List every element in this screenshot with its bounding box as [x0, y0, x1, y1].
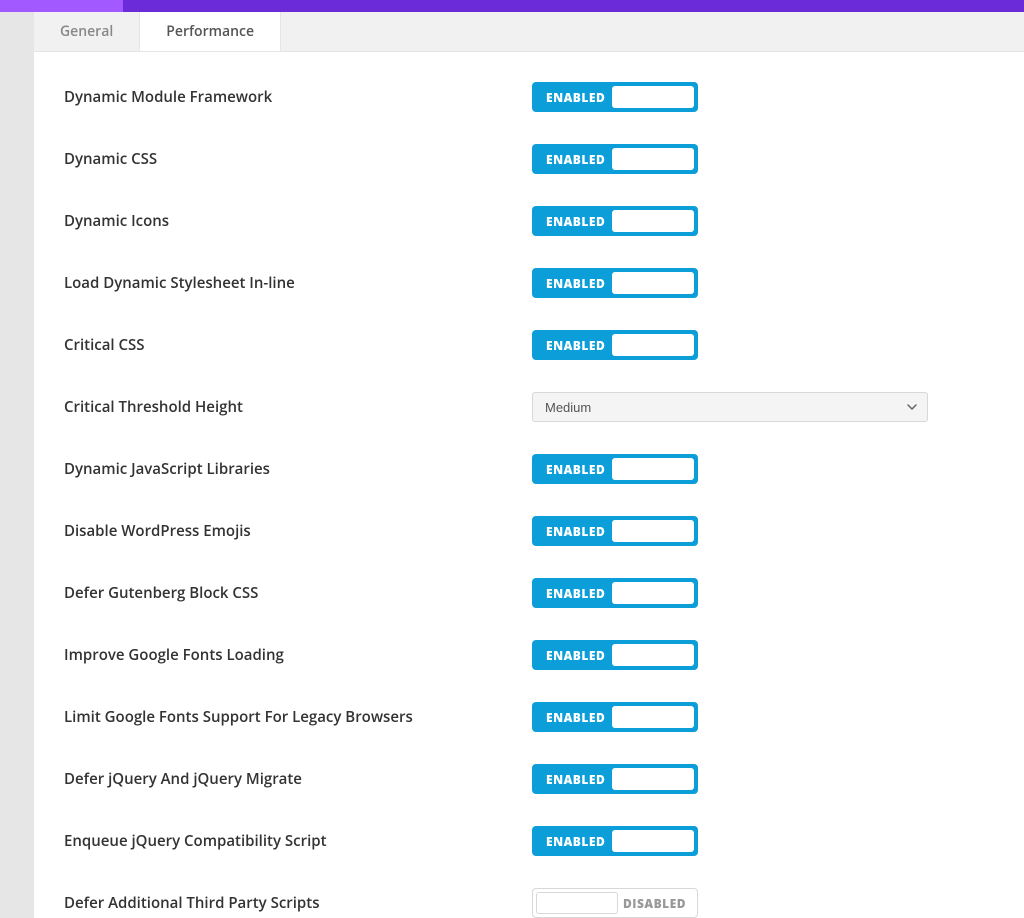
label-enqueue-jquery-compat: Enqueue jQuery Compatibility Script [64, 831, 532, 851]
toggle-thumb [612, 644, 694, 666]
toggle-defer-third-party[interactable]: DISABLED [532, 888, 698, 918]
row-improve-google-fonts: Improve Google Fonts Loading ENABLED [64, 640, 994, 670]
label-dynamic-module-framework: Dynamic Module Framework [64, 87, 532, 107]
row-disable-wp-emojis: Disable WordPress Emojis ENABLED [64, 516, 994, 546]
toggle-thumb [612, 520, 694, 542]
toggle-enabled-text: ENABLED [532, 771, 612, 788]
toggle-dynamic-js-libraries[interactable]: ENABLED [532, 454, 698, 484]
label-improve-google-fonts: Improve Google Fonts Loading [64, 645, 532, 665]
toggle-thumb [612, 830, 694, 852]
toggle-thumb [612, 582, 694, 604]
select-critical-threshold[interactable]: Medium [532, 392, 928, 422]
toggle-improve-google-fonts[interactable]: ENABLED [532, 640, 698, 670]
toggle-thumb [536, 892, 618, 914]
row-dynamic-icons: Dynamic Icons ENABLED [64, 206, 994, 236]
tab-bar: General Performance [34, 12, 1024, 52]
label-dynamic-js-libraries: Dynamic JavaScript Libraries [64, 459, 532, 479]
toggle-defer-jquery-migrate[interactable]: ENABLED [532, 764, 698, 794]
toggle-thumb [612, 86, 694, 108]
toggle-enabled-text: ENABLED [532, 461, 612, 478]
row-defer-jquery-migrate: Defer jQuery And jQuery Migrate ENABLED [64, 764, 994, 794]
settings-content: Dynamic Module Framework ENABLED Dynamic… [34, 52, 1024, 918]
toggle-enabled-text: ENABLED [532, 709, 612, 726]
label-defer-third-party: Defer Additional Third Party Scripts [64, 893, 532, 913]
toggle-enabled-text: ENABLED [532, 523, 612, 540]
row-defer-gutenberg-css: Defer Gutenberg Block CSS ENABLED [64, 578, 994, 608]
settings-panel: General Performance Dynamic Module Frame… [34, 12, 1024, 918]
tab-performance[interactable]: Performance [140, 12, 281, 51]
toggle-enabled-text: ENABLED [532, 647, 612, 664]
toggle-dynamic-module-framework[interactable]: ENABLED [532, 82, 698, 112]
toggle-enabled-text: ENABLED [532, 151, 612, 168]
label-dynamic-icons: Dynamic Icons [64, 211, 532, 231]
top-accent-bar [0, 0, 1024, 12]
toggle-thumb [612, 706, 694, 728]
row-critical-threshold-height: Critical Threshold Height Medium [64, 392, 994, 422]
select-wrap-critical-threshold: Medium [532, 392, 928, 422]
toggle-enqueue-jquery-compat[interactable]: ENABLED [532, 826, 698, 856]
toggle-enabled-text: ENABLED [532, 213, 612, 230]
row-enqueue-jquery-compat: Enqueue jQuery Compatibility Script ENAB… [64, 826, 994, 856]
toggle-load-dynamic-stylesheet[interactable]: ENABLED [532, 268, 698, 298]
label-defer-jquery-migrate: Defer jQuery And jQuery Migrate [64, 769, 532, 789]
tab-general[interactable]: General [34, 12, 140, 51]
toggle-thumb [612, 768, 694, 790]
label-critical-threshold-height: Critical Threshold Height [64, 397, 532, 417]
row-limit-google-fonts-legacy: Limit Google Fonts Support For Legacy Br… [64, 702, 994, 732]
toggle-dynamic-css[interactable]: ENABLED [532, 144, 698, 174]
toggle-dynamic-icons[interactable]: ENABLED [532, 206, 698, 236]
toggle-disabled-text: DISABLED [618, 895, 697, 912]
toggle-thumb [612, 458, 694, 480]
toggle-enabled-text: ENABLED [532, 585, 612, 602]
toggle-enabled-text: ENABLED [532, 337, 612, 354]
label-disable-wp-emojis: Disable WordPress Emojis [64, 521, 532, 541]
label-dynamic-css: Dynamic CSS [64, 149, 532, 169]
row-dynamic-js-libraries: Dynamic JavaScript Libraries ENABLED [64, 454, 994, 484]
toggle-thumb [612, 334, 694, 356]
toggle-defer-gutenberg-css[interactable]: ENABLED [532, 578, 698, 608]
label-defer-gutenberg-css: Defer Gutenberg Block CSS [64, 583, 532, 603]
row-dynamic-css: Dynamic CSS ENABLED [64, 144, 994, 174]
row-dynamic-module-framework: Dynamic Module Framework ENABLED [64, 82, 994, 112]
toggle-enabled-text: ENABLED [532, 275, 612, 292]
toggle-enabled-text: ENABLED [532, 89, 612, 106]
toggle-critical-css[interactable]: ENABLED [532, 330, 698, 360]
toggle-thumb [612, 210, 694, 232]
label-limit-google-fonts-legacy: Limit Google Fonts Support For Legacy Br… [64, 707, 532, 727]
toggle-enabled-text: ENABLED [532, 833, 612, 850]
row-critical-css: Critical CSS ENABLED [64, 330, 994, 360]
toggle-limit-google-fonts-legacy[interactable]: ENABLED [532, 702, 698, 732]
label-load-dynamic-stylesheet: Load Dynamic Stylesheet In-line [64, 273, 532, 293]
toggle-disable-wp-emojis[interactable]: ENABLED [532, 516, 698, 546]
row-defer-third-party: Defer Additional Third Party Scripts DIS… [64, 888, 994, 918]
toggle-thumb [612, 148, 694, 170]
toggle-thumb [612, 272, 694, 294]
label-critical-css: Critical CSS [64, 335, 532, 355]
row-load-dynamic-stylesheet: Load Dynamic Stylesheet In-line ENABLED [64, 268, 994, 298]
